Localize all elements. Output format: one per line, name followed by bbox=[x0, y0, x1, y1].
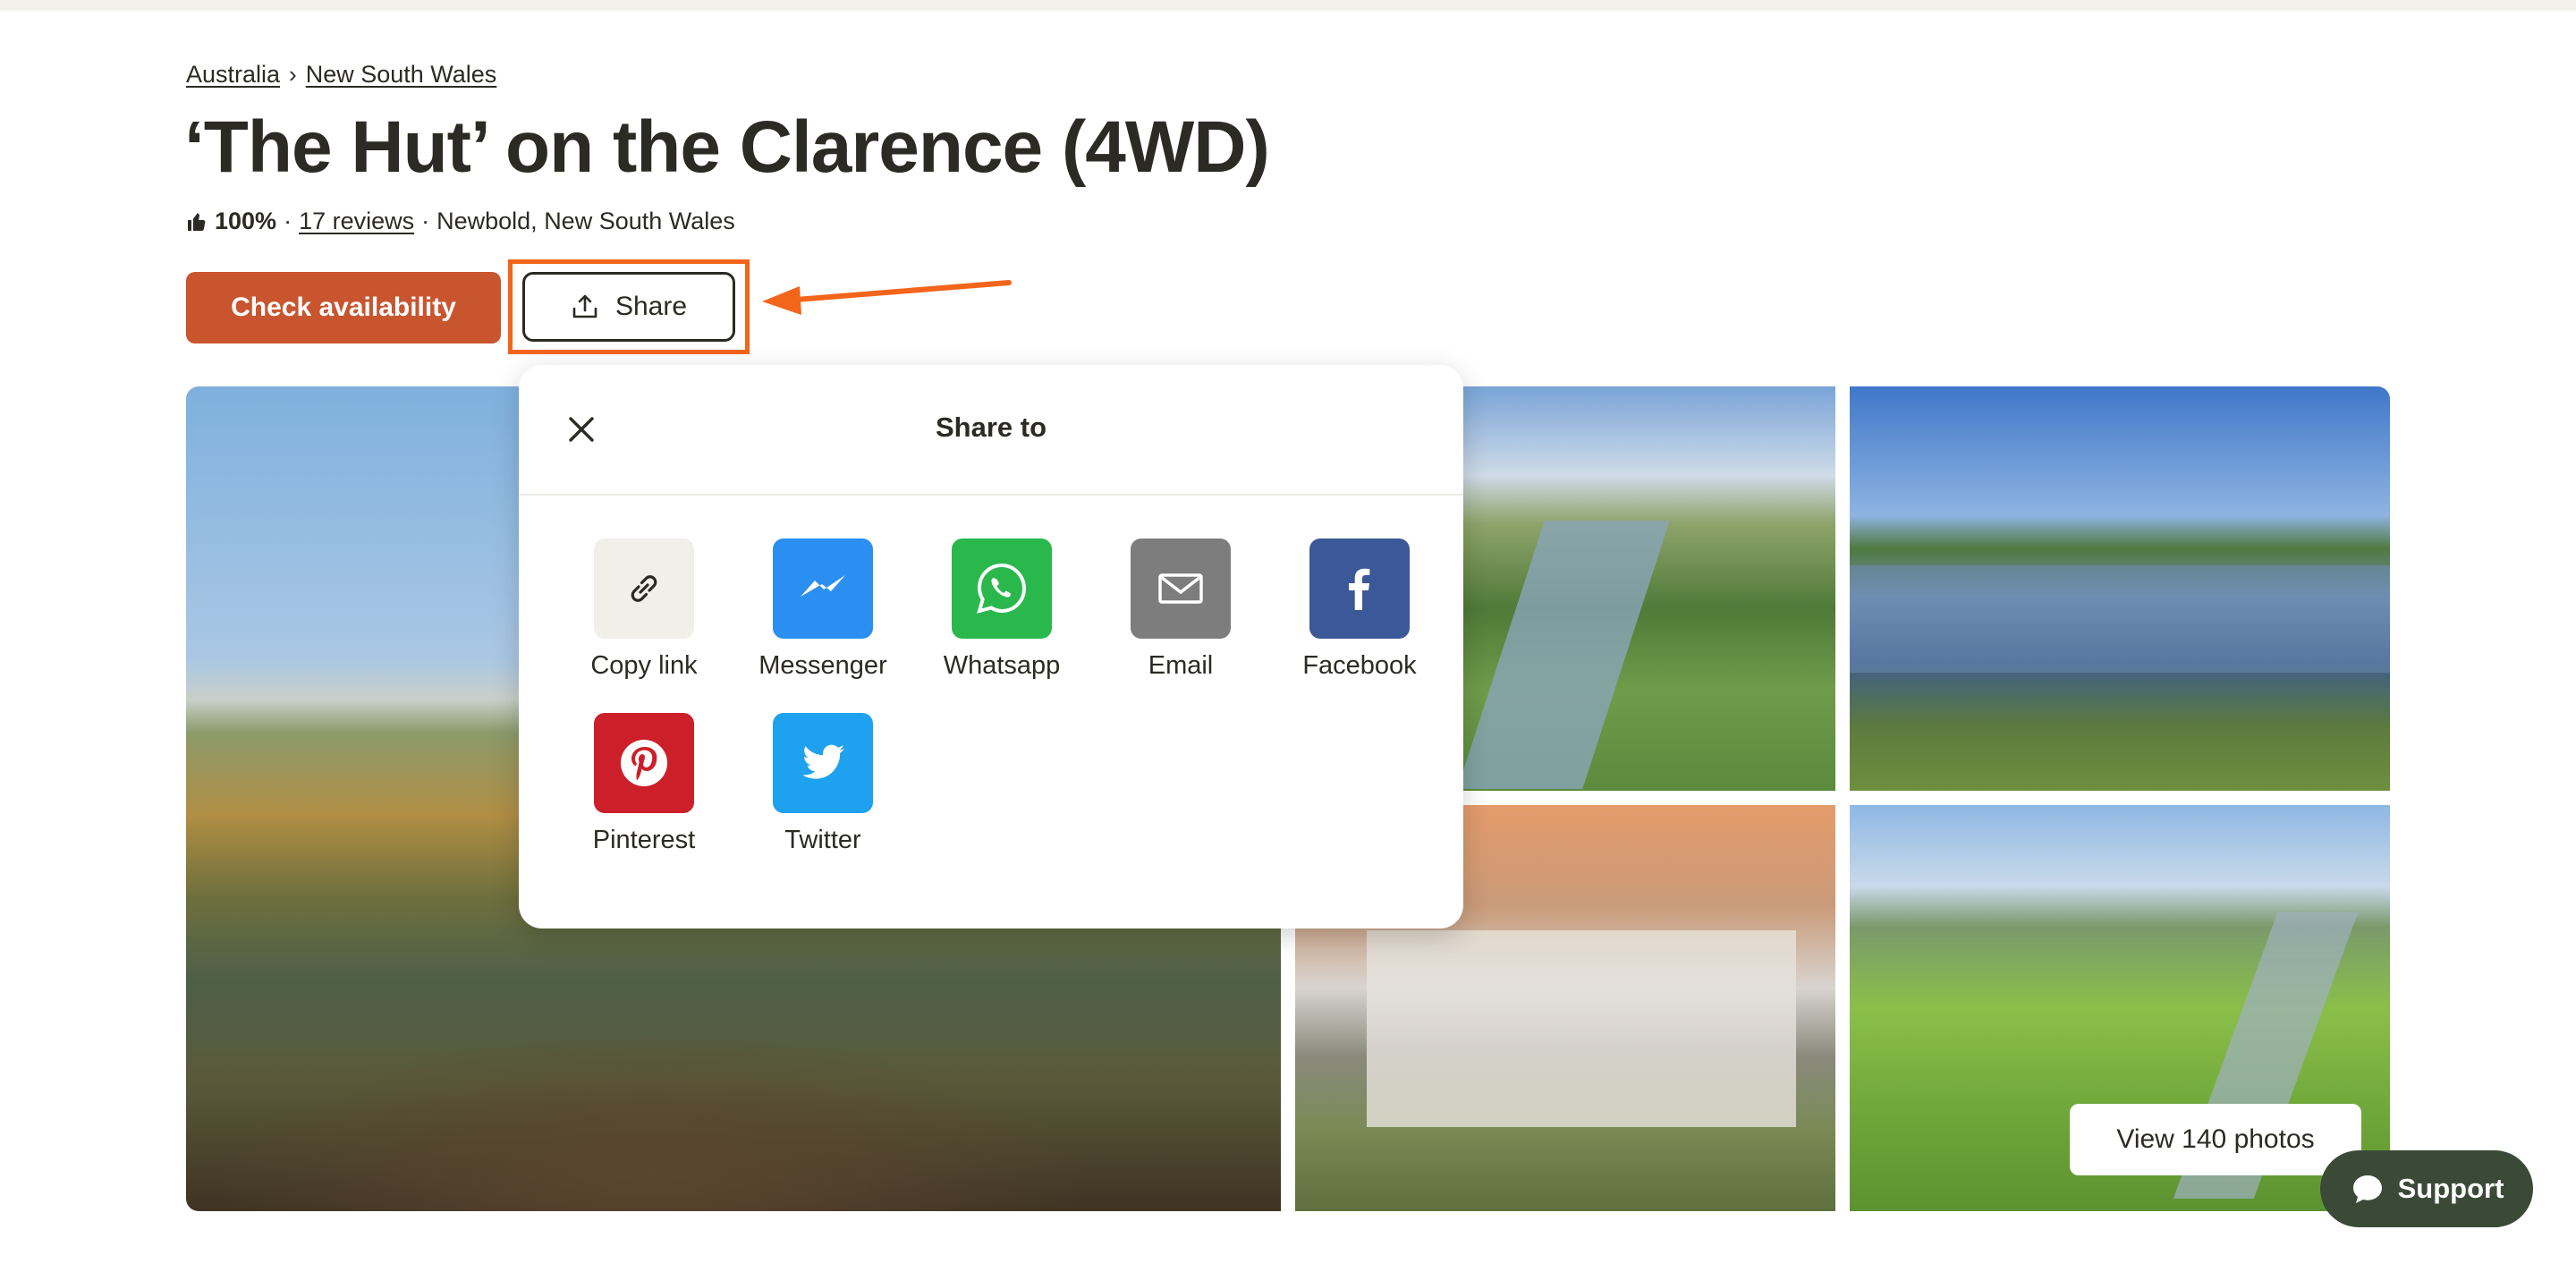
share-modal-title: Share to bbox=[935, 411, 1047, 443]
whatsapp-icon bbox=[977, 563, 1027, 614]
share-modal: Share to Copy link Messenger Whatsapp Em… bbox=[519, 365, 1463, 929]
pinterest-tile bbox=[594, 713, 694, 813]
share-option-messenger[interactable]: Messenger bbox=[733, 538, 912, 681]
copy-link-tile bbox=[594, 538, 694, 639]
share-option-label: Facebook bbox=[1302, 651, 1417, 680]
share-option-label: Email bbox=[1148, 651, 1214, 680]
meta-separator: · bbox=[421, 208, 430, 234]
meta-separator: · bbox=[284, 208, 292, 234]
listing-meta: 100% · 17 reviews · Newbold, New South W… bbox=[186, 208, 735, 235]
share-option-email[interactable]: Email bbox=[1091, 538, 1270, 681]
twitter-tile bbox=[773, 713, 873, 813]
breadcrumb-chevron-icon: › bbox=[289, 61, 297, 88]
share-modal-header: Share to bbox=[519, 365, 1463, 496]
share-option-twitter[interactable]: Twitter bbox=[733, 713, 912, 855]
pinterest-icon bbox=[621, 740, 667, 786]
share-option-label: Pinterest bbox=[592, 826, 696, 854]
facebook-icon bbox=[1349, 568, 1370, 610]
breadcrumb: Australia › New South Wales bbox=[186, 61, 496, 89]
share-option-label: Messenger bbox=[758, 651, 887, 680]
share-option-label: Copy link bbox=[590, 651, 698, 680]
support-button[interactable]: Support bbox=[2320, 1150, 2533, 1227]
whatsapp-tile bbox=[952, 538, 1052, 639]
share-option-label: Whatsapp bbox=[943, 651, 1061, 680]
email-tile bbox=[1131, 538, 1231, 639]
page-title: ‘The Hut’ on the Clarence (4WD) bbox=[184, 106, 1270, 188]
check-availability-button[interactable]: Check availability bbox=[186, 272, 501, 343]
share-button[interactable]: Share bbox=[522, 272, 735, 342]
share-option-copy-link[interactable]: Copy link bbox=[555, 538, 733, 681]
breadcrumb-australia[interactable]: Australia bbox=[186, 61, 280, 89]
support-label: Support bbox=[2397, 1173, 2504, 1204]
share-options: Copy link Messenger Whatsapp Email Faceb… bbox=[555, 538, 1449, 855]
upload-share-icon bbox=[572, 294, 597, 318]
rating-percentage: 100% bbox=[215, 208, 277, 234]
listing-location: Newbold, New South Wales bbox=[436, 208, 735, 234]
reviews-link[interactable]: 17 reviews bbox=[299, 208, 414, 235]
share-option-pinterest[interactable]: Pinterest bbox=[555, 713, 733, 855]
facebook-tile bbox=[1309, 538, 1410, 639]
top-bar bbox=[0, 0, 2576, 11]
messenger-icon bbox=[801, 575, 845, 597]
messenger-tile bbox=[773, 538, 873, 639]
share-option-label: Twitter bbox=[784, 826, 861, 854]
view-all-photos-button[interactable]: View 140 photos bbox=[2070, 1104, 2361, 1175]
annotation-arrow-icon bbox=[762, 280, 1012, 315]
link-icon bbox=[631, 575, 657, 602]
share-option-facebook[interactable]: Facebook bbox=[1270, 538, 1449, 681]
thumbs-up-icon bbox=[188, 212, 206, 231]
chat-bubble-icon bbox=[2352, 1175, 2382, 1203]
breadcrumb-new-south-wales[interactable]: New South Wales bbox=[306, 61, 497, 89]
twitter-icon bbox=[802, 744, 844, 779]
share-option-whatsapp[interactable]: Whatsapp bbox=[912, 538, 1091, 681]
share-label: Share bbox=[614, 292, 688, 321]
email-icon bbox=[1158, 573, 1203, 604]
photo-river-view[interactable] bbox=[1850, 386, 2390, 791]
